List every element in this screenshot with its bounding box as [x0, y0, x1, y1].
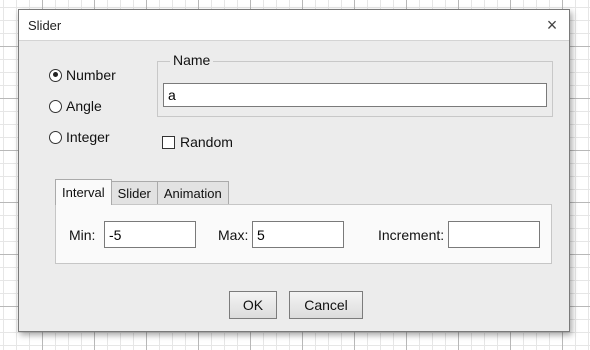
name-group: Name	[157, 52, 553, 117]
max-label: Max:	[218, 227, 249, 243]
slider-dialog: Slider × Number Angle Integer Name Rando…	[18, 9, 570, 332]
radio-number-label: Number	[66, 67, 116, 83]
radio-number[interactable]: Number	[49, 67, 116, 83]
radio-number-indicator[interactable]	[49, 68, 62, 82]
max-input[interactable]	[252, 221, 344, 248]
min-input[interactable]	[104, 221, 196, 248]
radio-angle[interactable]: Angle	[49, 98, 102, 114]
cancel-button[interactable]: Cancel	[289, 291, 363, 319]
random-checkbox-row[interactable]: Random	[162, 134, 233, 150]
name-legend: Name	[170, 52, 214, 68]
tab-slider[interactable]: Slider	[110, 181, 158, 205]
random-checkbox[interactable]	[162, 135, 175, 149]
title-bar: Slider ×	[19, 10, 569, 41]
radio-integer[interactable]: Integer	[49, 129, 110, 145]
radio-integer-indicator[interactable]	[49, 130, 62, 144]
increment-input[interactable]	[448, 221, 540, 248]
tab-strip: Interval Slider Animation	[55, 179, 229, 205]
radio-angle-indicator[interactable]	[49, 99, 62, 113]
increment-label: Increment:	[378, 227, 445, 243]
ok-button[interactable]: OK	[229, 291, 277, 319]
dialog-title: Slider	[28, 18, 62, 33]
radio-integer-label: Integer	[66, 129, 110, 145]
min-label: Min:	[69, 227, 96, 243]
name-input[interactable]	[163, 83, 547, 107]
tab-animation[interactable]: Animation	[156, 181, 229, 205]
radio-angle-label: Angle	[66, 98, 102, 114]
tab-interval[interactable]: Interval	[55, 179, 112, 205]
random-label: Random	[180, 134, 233, 150]
close-icon[interactable]: ×	[535, 10, 569, 40]
interval-panel: Min: Max: Increment:	[55, 204, 552, 264]
